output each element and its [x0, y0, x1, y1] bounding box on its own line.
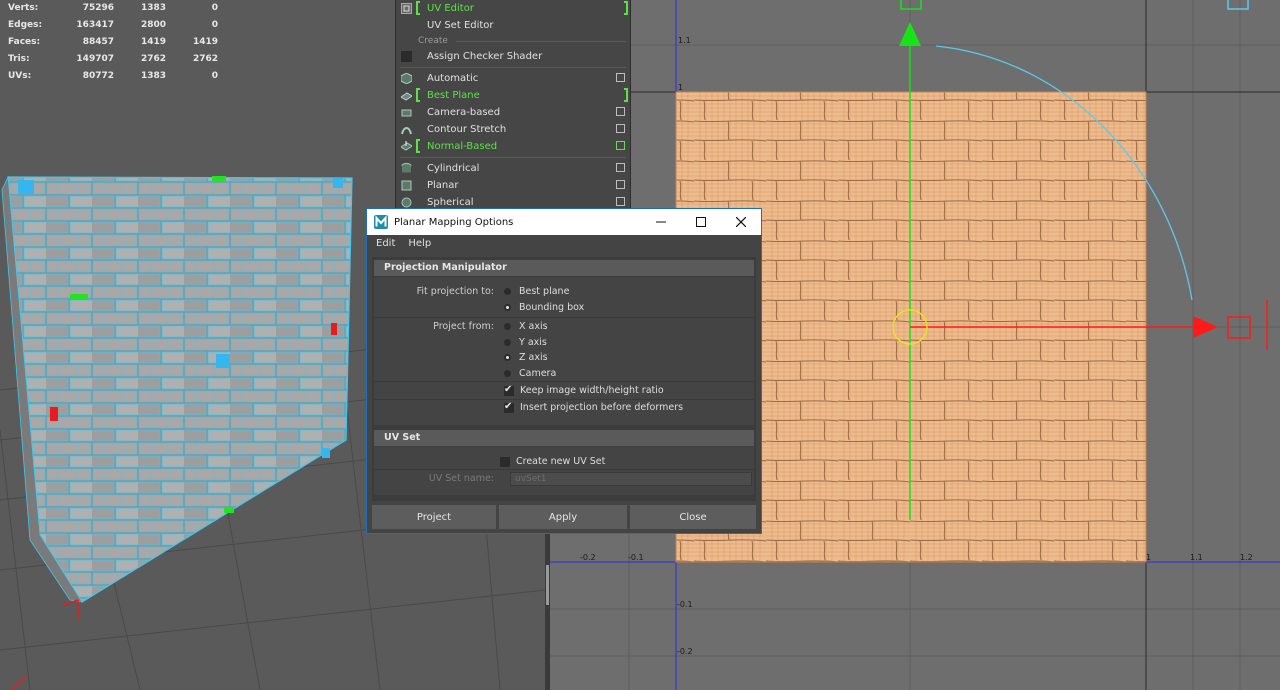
normal-based-icon [401, 141, 412, 151]
dialog-menubar: Edit Help [367, 235, 761, 252]
minimize-button[interactable] [641, 209, 681, 235]
menu-label: UV Editor [427, 3, 474, 14]
tick-x-neg0.2: -0.2 [580, 553, 596, 562]
checker-icon [401, 51, 412, 62]
checkbox-keep-image-ratio[interactable]: ✔ Keep image width/height ratio [504, 383, 664, 396]
dialog-body: Projection Manipulator Fit projection to… [372, 257, 756, 501]
menu-item-cylindrical[interactable]: Cylindrical [396, 160, 630, 177]
menu-label: Cylindrical [427, 163, 480, 174]
tick-y-neg0.2: -0.2 [677, 647, 693, 656]
contour-stretch-icon [401, 127, 412, 135]
checkmark-icon: ✔ [504, 383, 513, 395]
radio-z-axis[interactable]: Z axis [504, 352, 548, 363]
option-box-icon[interactable] [616, 163, 625, 172]
minimize-icon [656, 221, 666, 223]
checkbox-create-new-uv-set[interactable]: Create new UV Set [500, 456, 605, 467]
maya-logo-icon [374, 215, 388, 229]
tick-x-neg0.1: -0.1 [628, 553, 644, 562]
planar-icon [401, 180, 412, 191]
camera-based-icon [401, 109, 412, 117]
option-box-icon[interactable] [616, 141, 625, 150]
dialog-title: Planar Mapping Options [394, 216, 514, 228]
menu-section-create: Create [396, 34, 630, 48]
menu-item-normal-based[interactable]: Normal-Based [396, 138, 630, 155]
planar-mapping-options-dialog: Planar Mapping Options Edit Help Project… [366, 208, 762, 534]
apply-button[interactable]: Apply [499, 505, 627, 529]
radio-best-plane[interactable]: Best plane [504, 286, 569, 297]
radio-bounding-box[interactable]: Bounding box [504, 302, 584, 313]
dialog-button-bar: Project Apply Close [367, 505, 761, 531]
menu-item-assign-checker-shader[interactable]: Assign Checker Shader [396, 48, 630, 65]
uv-set-name-label: UV Set name: [428, 473, 494, 484]
manipulator-v-arrow [899, 22, 921, 46]
automatic-mapping-icon [401, 73, 412, 84]
checkmark-icon: ✔ [504, 400, 513, 412]
best-plane-icon [401, 92, 412, 101]
manipulator-u-arrow [1193, 316, 1218, 338]
hud-row-edges: Edges: 163417 2800 0 [8, 20, 218, 30]
option-box-icon[interactable] [616, 124, 625, 133]
tick-y-1.1: 1.1 [678, 36, 691, 45]
section-header-projection-manipulator[interactable]: Projection Manipulator [374, 260, 754, 276]
uv-editor-icon [401, 3, 412, 14]
radio-y-axis[interactable]: Y axis [504, 337, 547, 348]
uv-set-name-input[interactable]: uvSet1 [510, 472, 752, 486]
tick-y-neg0.1: -0.1 [677, 600, 693, 609]
close-button[interactable]: Close [630, 505, 756, 529]
menu-item-uv-set-editor[interactable]: UV Set Editor [396, 17, 630, 34]
checkbox-insert-projection[interactable]: ✔ Insert projection before deformers [504, 400, 683, 413]
option-box-icon[interactable] [616, 197, 625, 206]
section-header-uv-set[interactable]: UV Set [374, 430, 754, 446]
menu-label: UV Set Editor [427, 20, 494, 31]
close-window-button[interactable] [721, 209, 761, 235]
menu-label: Spherical [427, 197, 474, 208]
option-box-icon[interactable] [616, 180, 625, 189]
maximize-button[interactable] [681, 209, 721, 235]
uv-dropdown-menu: UV Editor UV Set Editor Create Assign Ch… [395, 0, 631, 210]
menu-item-planar[interactable]: Planar [396, 177, 630, 194]
option-box-icon[interactable] [616, 73, 625, 82]
radio-x-axis[interactable]: X axis [504, 321, 548, 332]
menu-label: Planar [427, 180, 459, 191]
menu-label: Automatic [427, 73, 479, 84]
dialog-titlebar[interactable]: Planar Mapping Options [367, 209, 761, 235]
cylindrical-icon [401, 163, 412, 173]
projection-panel: Fit projection to: Best plane Bounding b… [374, 277, 754, 425]
menu-item-contour-stretch[interactable]: Contour Stretch [396, 121, 630, 138]
project-from-label: Project from: [433, 321, 494, 332]
project-button[interactable]: Project [372, 505, 496, 529]
close-icon [736, 217, 746, 227]
hud-row-faces: Faces: 88457 1419 1419 [8, 37, 218, 47]
menu-item-best-plane[interactable]: Best Plane [396, 87, 630, 104]
menu-item-uv-editor[interactable]: UV Editor [396, 0, 630, 17]
uv-set-panel: Create new UV Set UV Set name: uvSet1 [374, 447, 754, 495]
hud-row-verts: Verts: 75296 1383 0 [8, 3, 218, 13]
tick-x-1: 1 [1146, 553, 1152, 562]
radio-camera[interactable]: Camera [504, 368, 556, 379]
menu-item-camera-based[interactable]: Camera-based [396, 104, 630, 121]
menu-item-automatic[interactable]: Automatic [396, 70, 630, 87]
tick-x-1.2: 1.2 [1240, 553, 1253, 562]
menu-edit[interactable]: Edit [376, 238, 395, 249]
hud-row-tris: Tris: 149707 2762 2762 [8, 54, 218, 64]
menu-help[interactable]: Help [408, 238, 431, 249]
fit-projection-label: Fit projection to: [416, 286, 494, 297]
menu-label: Best Plane [427, 90, 480, 101]
spherical-icon [401, 197, 412, 208]
separator-grip[interactable] [546, 565, 549, 605]
tick-y-1: 1 [678, 83, 684, 92]
menu-label: Camera-based [427, 107, 501, 118]
poly-count-hud: Verts: 75296 1383 0 Edges: 163417 2800 0 Faces… [8, 0, 218, 85]
hud-row-uvs: UVs: 80772 1383 0 [8, 71, 218, 81]
tick-x-1.1: 1.1 [1190, 553, 1203, 562]
brick-wall-mesh [7, 176, 353, 603]
menu-label: Normal-Based [427, 141, 498, 152]
menu-label: Assign Checker Shader [427, 51, 543, 62]
option-box-icon[interactable] [616, 107, 625, 116]
menu-label: Contour Stretch [427, 124, 507, 135]
maximize-icon [696, 217, 706, 227]
